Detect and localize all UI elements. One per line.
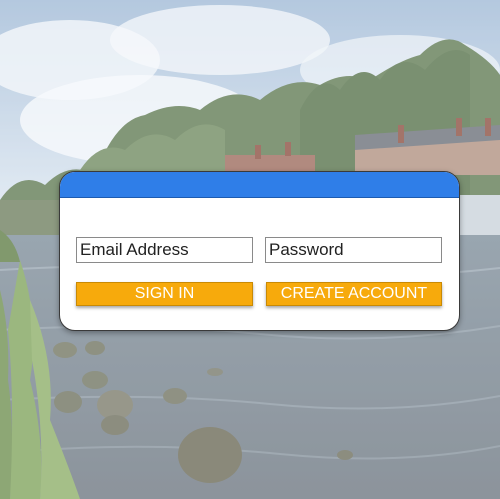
email-field[interactable] xyxy=(76,237,253,263)
login-screen: SIGN IN CREATE ACCOUNT xyxy=(0,0,500,499)
password-field[interactable] xyxy=(265,237,442,263)
sign-in-button[interactable]: SIGN IN xyxy=(76,282,253,306)
card-header-bar xyxy=(60,172,459,198)
create-account-button[interactable]: CREATE ACCOUNT xyxy=(266,282,442,306)
login-card: SIGN IN CREATE ACCOUNT xyxy=(59,171,460,331)
